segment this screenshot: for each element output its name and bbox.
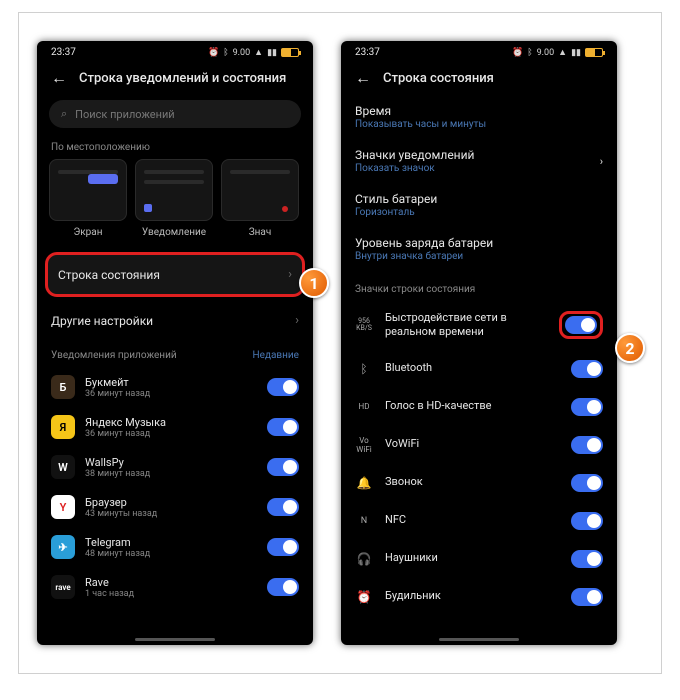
item-vowifi[interactable]: VoWiFi VoWiFi [341,426,617,464]
item-hd-voice[interactable]: HD Голос в HD-качестве [341,388,617,426]
alarm-icon: ⏰ [355,590,373,604]
highlight-toggle [559,311,603,339]
tile-screen[interactable]: Экран [49,159,127,238]
chevron-right-icon: › [600,155,603,168]
search-placeholder: Поиск приложений [75,108,175,121]
net-speed: 9.00 [233,48,251,58]
toggle[interactable] [571,436,603,454]
callout-badge-1: 1 [299,268,329,298]
chevron-right-icon: › [295,313,299,328]
status-time: 23:37 [355,47,380,58]
row-notif-icons[interactable]: Значки уведомленийПоказать значок › [341,140,617,184]
vowifi-icon: VoWiFi [355,436,373,454]
app-row[interactable]: ✈ Telegram48 минут назад [37,527,313,567]
bluetooth-icon: ᛒ [527,48,532,58]
item-bluetooth[interactable]: ᛒ Bluetooth [341,350,617,388]
back-icon[interactable]: ← [51,70,67,86]
tile-badge[interactable]: Знач [221,159,299,238]
row-battery-level[interactable]: Уровень заряда батареиВнутри значка бата… [341,228,617,272]
app-icon: Б [51,375,75,399]
group-header-app-notifications: Уведомления приложений Недавние [37,340,313,367]
alarm-icon: ⏰ [208,48,219,58]
item-alarm[interactable]: ⏰ Будильник [341,578,617,616]
app-icon: Y [51,495,75,519]
back-icon[interactable]: ← [355,70,371,86]
status-bar: 23:37 ⏰ ᛒ 9.00 ▲ ▮▮ [37,41,313,62]
tile-notification[interactable]: Уведомление [135,159,213,238]
search-input[interactable]: ⌕ Поиск приложений [49,100,301,128]
signal-icon: ▮▮ [267,48,277,58]
app-row[interactable]: Я Яндекс Музыка36 минут назад [37,407,313,447]
callout-badge-2: 2 [615,333,645,363]
app-row[interactable]: rave Rave1 час назад [37,567,313,607]
item-headphones[interactable]: 🎧 Наушники [341,540,617,578]
toggle[interactable] [267,538,299,556]
app-row[interactable]: Б Букмейт36 минут назад [37,367,313,407]
toggle[interactable] [267,458,299,476]
bluetooth-icon: ᛒ [355,362,373,376]
phone-left: 23:37 ⏰ ᛒ 9.00 ▲ ▮▮ ← Строка уведомлений… [37,41,313,645]
net-speed: 9.00 [537,48,555,58]
row-status-bar[interactable]: Строка состояния › [48,255,302,294]
toggle[interactable] [267,418,299,436]
page-title: Строка состояния [383,71,494,86]
item-network-speed[interactable]: 956KB/S Быстродействие сети в реальном в… [341,301,617,350]
toggle[interactable] [571,474,603,492]
signal-icon: ▮▮ [571,48,581,58]
row-time[interactable]: ВремяПоказывать часы и минуты [341,96,617,140]
wifi-icon: ▲ [558,47,567,58]
app-row[interactable]: Y Браузер43 минуты назад [37,487,313,527]
toggle[interactable] [571,512,603,530]
toggle[interactable] [571,360,603,378]
recent-link[interactable]: Недавние [253,350,299,361]
battery-icon [281,48,299,57]
alarm-icon: ⏰ [512,48,523,58]
status-bar: 23:37 ⏰ ᛒ 9.00 ▲ ▮▮ [341,41,617,62]
toggle[interactable] [565,316,597,334]
toggle[interactable] [571,550,603,568]
bell-icon: 🔔 [355,476,373,490]
item-ringer[interactable]: 🔔 Звонок [341,464,617,502]
phone-right: 23:37 ⏰ ᛒ 9.00 ▲ ▮▮ ← Строка состояния В… [341,41,617,645]
app-icon: ✈ [51,535,75,559]
section-statusbar-icons: Значки строки состояния [341,280,617,301]
toggle[interactable] [267,378,299,396]
row-battery-style[interactable]: Стиль батареиГоризонталь [341,184,617,228]
hd-icon: HD [355,402,373,411]
status-time: 23:37 [51,47,76,58]
speed-icon: 956KB/S [355,318,373,332]
toggle[interactable] [571,588,603,606]
row-other-settings[interactable]: Другие настройки › [37,301,313,340]
bluetooth-icon: ᛒ [223,48,228,58]
location-tiles: Экран Уведомление Знач [37,159,313,242]
highlight-status-bar-row: Строка состояния › [45,252,305,297]
nav-handle[interactable] [135,638,215,641]
page-header: ← Строка состояния [341,62,617,96]
toggle[interactable] [571,398,603,416]
nav-handle[interactable] [439,638,519,641]
section-location: По местоположению [37,138,313,159]
app-icon: W [51,455,75,479]
toggle[interactable] [267,498,299,516]
wifi-icon: ▲ [254,47,263,58]
chevron-right-icon: › [288,267,292,282]
page-title: Строка уведомлений и состояния [79,71,286,86]
app-icon: Я [51,415,75,439]
item-nfc[interactable]: N NFC [341,502,617,540]
page-header: ← Строка уведомлений и состояния [37,62,313,96]
app-row[interactable]: W WallsPy38 минут назад [37,447,313,487]
toggle[interactable] [267,578,299,596]
headphones-icon: 🎧 [355,552,373,566]
battery-icon [585,48,603,57]
search-icon: ⌕ [61,107,67,121]
app-icon: rave [51,575,75,599]
nfc-icon: N [355,516,373,526]
